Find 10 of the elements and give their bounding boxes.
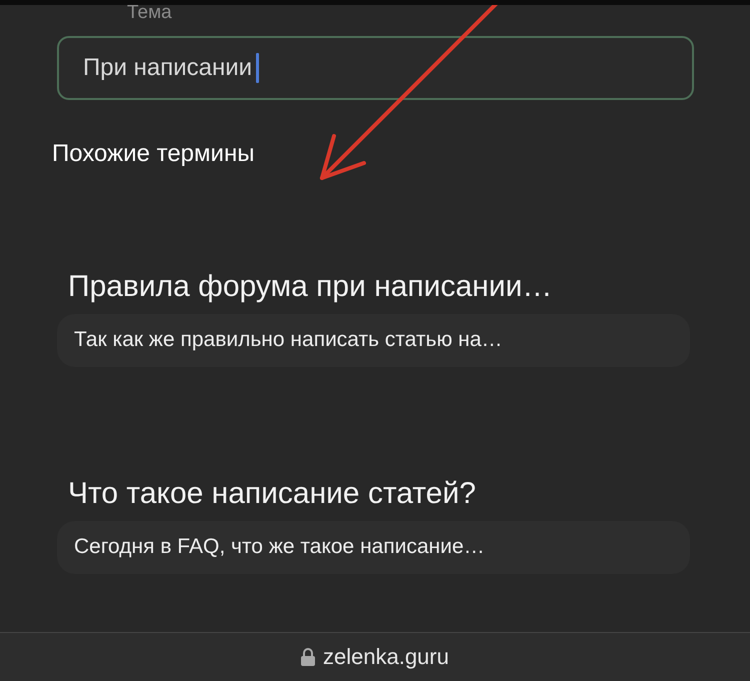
section-title: Похожие термины	[52, 140, 254, 167]
result-title[interactable]: Что такое написание статей?	[57, 477, 690, 511]
result-title[interactable]: Правила форума при написании…	[57, 270, 690, 304]
url-text[interactable]: zelenka.guru	[323, 644, 449, 670]
lock-icon	[301, 648, 315, 666]
input-field[interactable]: При написании	[57, 36, 694, 100]
text-cursor	[256, 53, 260, 83]
field-label: Тема	[127, 5, 173, 22]
result-snippet[interactable]: Сегодня в FAQ, что же такое написание…	[57, 521, 690, 574]
result-snippet[interactable]: Так как же правильно написать статью на…	[57, 314, 690, 367]
